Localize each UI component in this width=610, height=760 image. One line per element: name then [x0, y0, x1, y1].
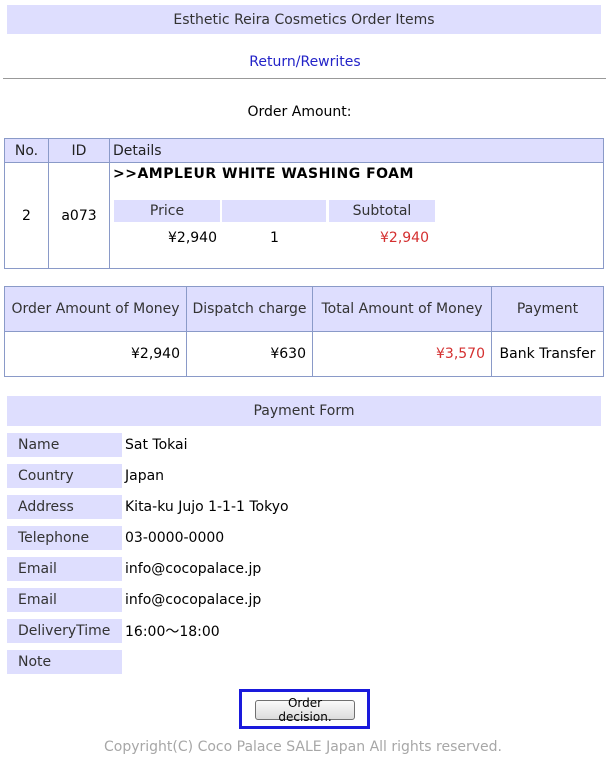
sub-header-subtotal-label: Subtotal [352, 203, 412, 219]
field-label-country: Country [7, 464, 122, 488]
col-header-details: Details [109, 138, 604, 163]
order-decision-focus-frame: Order decision. [239, 689, 370, 729]
field-label-address: Address [7, 495, 122, 519]
divider [3, 78, 606, 79]
field-value-country: Japan [125, 468, 165, 484]
order-decision-button[interactable]: Order decision. [255, 696, 355, 724]
field-label-email-confirm: Email [7, 588, 122, 612]
payment-method-value: Bank Transfer [491, 331, 604, 377]
copyright-footer: Copyright(C) Coco Palace SALE Japan All … [104, 739, 502, 755]
item-qty: 1 [270, 230, 279, 246]
table-row: 2 a073 >>AMPLEUR WHITE WASHING FOAM Pric… [4, 162, 604, 269]
order-totals-table: Order Amount of Money Dispatch charge To… [4, 286, 604, 377]
col-header-id: ID [48, 138, 110, 163]
field-value-address: Kita-ku Jujo 1-1-1 Tokyo [125, 499, 289, 515]
totals-value-row: ¥2,940 ¥630 ¥3,570 Bank Transfer [4, 331, 604, 377]
col-header-no: No. [4, 138, 49, 163]
product-name: >>AMPLEUR WHITE WASHING FOAM [113, 166, 414, 182]
item-id: a073 [48, 162, 110, 269]
return-rewrites-link[interactable]: Return/Rewrites [0, 54, 610, 70]
page-title-text: Esthetic Reira Cosmetics Order Items [173, 11, 435, 28]
sub-header-price: Price [114, 200, 220, 222]
payment-form-title: Payment Form [7, 396, 601, 426]
header-dispatch-charge: Dispatch charge [186, 286, 313, 332]
field-value-name: Sat Tokai [125, 437, 188, 453]
item-no: 2 [4, 162, 49, 269]
field-value-delivery-time: 16:00～18:00 [125, 624, 220, 640]
header-total-amount: Total Amount of Money [312, 286, 492, 332]
field-value-email: info@cocopalace.jp [125, 561, 262, 577]
header-payment: Payment [491, 286, 604, 332]
sub-header-price-label: Price [149, 203, 185, 219]
sub-header-subtotal: Subtotal [329, 200, 435, 222]
field-label-note: Note [7, 650, 122, 674]
total-amount-value: ¥3,570 [312, 331, 492, 377]
dispatch-charge-value: ¥630 [186, 331, 313, 377]
item-details: >>AMPLEUR WHITE WASHING FOAM Price Subto… [109, 162, 604, 269]
field-label-email: Email [7, 557, 122, 581]
field-label-delivery-time: DeliveryTime [7, 619, 122, 643]
page-title: Esthetic Reira Cosmetics Order Items [7, 5, 601, 34]
item-subtotal: ¥2,940 [380, 230, 429, 246]
order-items-table: No. ID Details 2 a073 >>AMPLEUR WHITE WA… [4, 138, 604, 269]
field-label-name: Name [7, 433, 122, 457]
totals-header-row: Order Amount of Money Dispatch charge To… [4, 286, 604, 332]
items-table-header-row: No. ID Details [4, 138, 604, 163]
order-amount-label: Order Amount: [247, 104, 352, 120]
order-amount-value: ¥2,940 [4, 331, 187, 377]
field-value-telephone: 03-0000-0000 [125, 530, 225, 546]
sub-header-qty [222, 200, 326, 222]
payment-form-title-text: Payment Form [253, 403, 355, 419]
header-order-amount: Order Amount of Money [4, 286, 187, 332]
field-value-email-confirm: info@cocopalace.jp [125, 592, 262, 608]
item-price: ¥2,940 [168, 230, 217, 246]
field-label-telephone: Telephone [7, 526, 122, 550]
